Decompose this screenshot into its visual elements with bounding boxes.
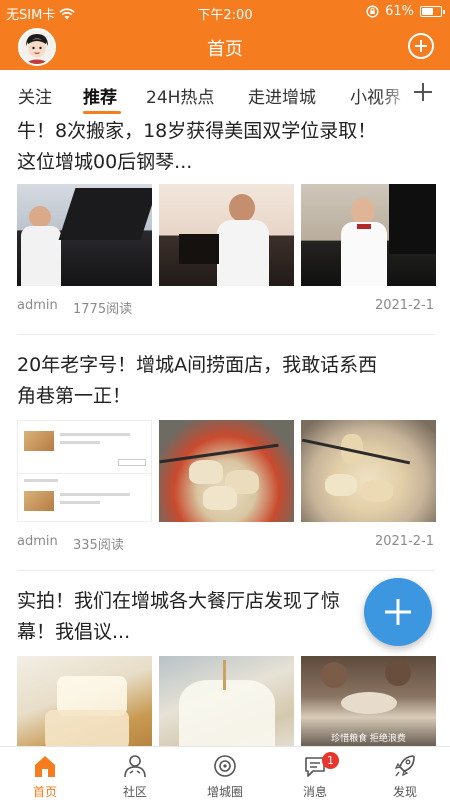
doc-line bbox=[60, 441, 100, 444]
nav-label: 增城圈 bbox=[206, 785, 243, 799]
article-feed[interactable]: 牛！8次搬家，18岁获得美国双学位录取！ 这位增城00后钢琴... admin … bbox=[0, 116, 450, 746]
page-title: 首页 bbox=[207, 39, 243, 60]
discover-icon bbox=[394, 755, 415, 777]
doc-thumbnail bbox=[24, 491, 54, 511]
doc-line bbox=[60, 501, 100, 504]
doc-line bbox=[60, 433, 130, 436]
active-tab-indicator bbox=[83, 111, 121, 114]
add-post-icon[interactable] bbox=[408, 33, 434, 59]
article-reads: 335阅读 bbox=[73, 538, 124, 553]
article-image[interactable] bbox=[17, 184, 152, 286]
article-images: 珍惜粮食 拒绝浪费 bbox=[17, 656, 436, 746]
image-banner-text: 珍惜粮食 拒绝浪费 bbox=[331, 734, 406, 744]
bottom-nav: 首页 社区 增城圈 1 消息 发现 bbox=[0, 746, 450, 800]
doc-thumbnail bbox=[24, 431, 54, 451]
category-tabs: 关注 推荐 24H热点 走进增城 小视界 bbox=[0, 70, 450, 116]
article-title-line: 20年老字号！增城A间捞面店，我敢话系西 bbox=[17, 354, 378, 376]
article-reads: 1775阅读 bbox=[73, 302, 133, 317]
tab-follow[interactable]: 关注 bbox=[18, 83, 52, 108]
nav-messages[interactable]: 1 消息 bbox=[270, 749, 360, 800]
article-image[interactable] bbox=[17, 656, 152, 746]
add-channel-icon[interactable] bbox=[412, 81, 434, 103]
article-image[interactable] bbox=[159, 420, 294, 522]
article-title-line: 牛！8次搬家，18岁获得美国双学位录取！ bbox=[17, 120, 377, 142]
article-title-line: 这位增城00后钢琴... bbox=[17, 151, 193, 173]
nav-community[interactable]: 社区 bbox=[90, 749, 180, 800]
article-title[interactable]: 20年老字号！增城A间捞面店，我敢话系西 角巷第一正！ bbox=[17, 350, 434, 412]
status-bar: 无SIM卡 下午2:00 61% bbox=[0, 0, 450, 24]
community-icon bbox=[124, 755, 146, 778]
article-author: admin bbox=[17, 534, 58, 549]
article-image[interactable] bbox=[301, 420, 436, 522]
article-card[interactable]: 20年老字号！增城A间捞面店，我敢话系西 角巷第一正！ admin 335阅读 … bbox=[17, 350, 436, 553]
nav-label: 消息 bbox=[302, 785, 327, 799]
nav-label: 社区 bbox=[122, 785, 147, 799]
status-right: 61% bbox=[366, 4, 445, 19]
divider bbox=[17, 334, 434, 335]
divider bbox=[17, 570, 434, 571]
tab-24h-hot[interactable]: 24H热点 bbox=[146, 83, 214, 108]
app-header: 首页 bbox=[0, 24, 450, 70]
nav-label: 发现 bbox=[392, 785, 417, 799]
article-images bbox=[17, 420, 436, 522]
home-icon bbox=[35, 756, 55, 777]
battery-level bbox=[422, 8, 433, 15]
nav-home[interactable]: 首页 bbox=[0, 749, 90, 800]
article-author: admin bbox=[17, 298, 58, 313]
article-date: 2021-2-1 bbox=[374, 534, 434, 549]
article-title-line: 角巷第一正！ bbox=[17, 385, 132, 407]
unread-badge: 1 bbox=[322, 752, 339, 769]
article-date: 2021-2-1 bbox=[374, 298, 434, 313]
nav-circle[interactable]: 增城圈 bbox=[180, 749, 270, 800]
nav-discover[interactable]: 发现 bbox=[360, 749, 450, 800]
article-image[interactable] bbox=[17, 420, 152, 522]
nav-label: 首页 bbox=[32, 785, 57, 799]
article-images bbox=[17, 184, 436, 286]
battery-icon bbox=[420, 6, 445, 17]
battery-percent: 61% bbox=[385, 4, 414, 19]
article-image[interactable] bbox=[159, 184, 294, 286]
article-image[interactable] bbox=[301, 184, 436, 286]
rotation-lock-icon bbox=[366, 5, 379, 18]
article-image[interactable]: 珍惜粮食 拒绝浪费 bbox=[301, 656, 436, 746]
doc-line bbox=[24, 479, 58, 482]
article-title[interactable]: 牛！8次搬家，18岁获得美国双学位录取！ 这位增城00后钢琴... bbox=[17, 116, 434, 178]
article-image[interactable] bbox=[159, 656, 294, 746]
article-card[interactable]: 牛！8次搬家，18岁获得美国双学位录取！ 这位增城00后钢琴... admin … bbox=[17, 116, 436, 317]
create-post-button[interactable] bbox=[364, 578, 432, 646]
circle-icon bbox=[214, 755, 236, 777]
doc-line bbox=[60, 493, 130, 496]
tab-recommend[interactable]: 推荐 bbox=[83, 83, 117, 108]
tab-zengcheng[interactable]: 走进增城 bbox=[248, 83, 316, 108]
